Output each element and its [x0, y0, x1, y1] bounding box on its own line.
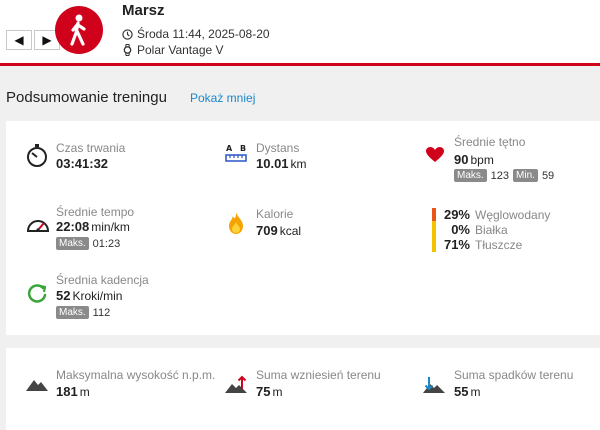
previous-button[interactable]: ◀ — [6, 30, 32, 50]
training-header: ◀ ▶ Marsz Środa 11:44, 2025-08-20 Polar … — [0, 0, 600, 66]
heart-icon — [426, 147, 444, 162]
ascent-number: 75 — [256, 384, 271, 399]
calories-label: Kalorie — [256, 207, 294, 221]
heart-rate-min: 59 — [541, 169, 555, 182]
max-altitude-value: 181 m — [56, 384, 90, 399]
stopwatch-icon — [27, 144, 47, 167]
macro-carbs-pct: 29% — [443, 207, 470, 222]
elevation-card: Maksymalna wysokość n.p.m. 181 m Suma wzn… — [6, 348, 600, 430]
distance-number: 10.01 — [256, 156, 289, 171]
max-altitude-number: 181 — [56, 384, 78, 399]
pace-unit: min/km — [91, 220, 130, 234]
descent-number: 55 — [454, 384, 469, 399]
macro-fat-name: Tłuszcze — [475, 238, 523, 252]
cadence-number: 52 — [56, 288, 71, 303]
max-altitude-unit: m — [79, 385, 90, 399]
macro-protein: 0% Białka — [442, 222, 508, 237]
max-altitude-label: Maksymalna wysokość n.p.m. — [56, 368, 216, 382]
max-tag: Maks. — [56, 237, 89, 250]
session-date-text: Środa 11:44, 2025-08-20 — [137, 27, 270, 41]
macro-carbs-name: Węglowodany — [475, 208, 551, 222]
calories-unit: kcal — [279, 224, 302, 238]
duration-value: 03:41:32 — [56, 156, 109, 171]
heart-rate-value: 90 bpm — [454, 152, 494, 167]
svg-text:B: B — [240, 144, 246, 153]
walking-icon — [55, 6, 103, 54]
descent-label: Suma spadków terenu — [454, 368, 574, 382]
descent-value: 55 m — [454, 384, 480, 399]
pace-number: 22:08 — [56, 219, 90, 234]
macro-carbs: 29% Węglowodany — [442, 207, 550, 222]
watch-icon — [123, 44, 132, 56]
heart-rate-label: Średnie tętno — [454, 135, 526, 149]
flame-icon — [229, 212, 243, 234]
cadence-label: Średnia kadencja — [56, 273, 149, 287]
distance-value: 10.01 km — [256, 156, 307, 171]
min-tag: Min. — [513, 169, 538, 182]
ascent-label: Suma wzniesień terenu — [256, 368, 381, 382]
clock-icon — [122, 28, 133, 40]
nav-buttons: ◀ ▶ — [6, 30, 60, 50]
ascent-unit: m — [272, 385, 283, 399]
device-name: Polar Vantage V — [137, 43, 224, 57]
macro-protein-pct: 0% — [451, 222, 470, 237]
mountain-icon — [26, 380, 48, 391]
calories-value: 709 kcal — [256, 223, 301, 238]
heart-rate-unit: bpm — [470, 153, 494, 167]
cadence-unit: Kroki/min — [72, 289, 123, 303]
session-date: Środa 11:44, 2025-08-20 — [122, 27, 270, 41]
ascent-icon — [225, 375, 247, 393]
duration-label: Czas trwania — [56, 141, 126, 155]
macro-fat-pct: 71% — [443, 237, 470, 252]
macro-fat: 71% Tłuszcze — [442, 237, 522, 252]
max-tag: Maks. — [454, 169, 487, 182]
cadence-max-value: 112 — [92, 306, 111, 319]
speedometer-icon — [26, 220, 50, 232]
distance-label: Dystans — [256, 141, 300, 155]
cadence-icon — [27, 284, 47, 303]
distance-unit: km — [290, 157, 307, 171]
energy-bar-icon — [432, 208, 436, 252]
distance-icon: A B — [225, 144, 247, 162]
macro-protein-name: Białka — [475, 223, 508, 237]
heart-rate-max: 123 — [490, 169, 510, 182]
cadence-max: Maks. 112 — [56, 306, 110, 319]
training-summary-card: Czas trwania 03:41:32 A B Dystans 10.01 k… — [6, 121, 600, 335]
device: Polar Vantage V — [122, 43, 224, 57]
svg-text:A: A — [226, 144, 233, 153]
section-title: Podsumowanie treningu — [6, 89, 167, 106]
ascent-value: 75 m — [256, 384, 282, 399]
heart-rate-number: 90 — [454, 152, 469, 167]
pace-value: 22:08 min/km — [56, 219, 130, 234]
heart-rate-range: Maks. 123 Min. 59 — [454, 169, 554, 182]
calories-number: 709 — [256, 223, 278, 238]
cadence-value: 52 Kroki/min — [56, 288, 122, 303]
max-tag: Maks. — [56, 306, 89, 319]
descent-unit: m — [470, 385, 481, 399]
pace-label: Średnie tempo — [56, 205, 135, 219]
show-less-link[interactable]: Pokaż mniej — [190, 91, 255, 105]
pace-max-value: 01:23 — [92, 237, 121, 250]
pace-max: Maks. 01:23 — [56, 237, 120, 250]
descent-icon — [423, 377, 445, 393]
sport-title: Marsz — [122, 2, 165, 19]
